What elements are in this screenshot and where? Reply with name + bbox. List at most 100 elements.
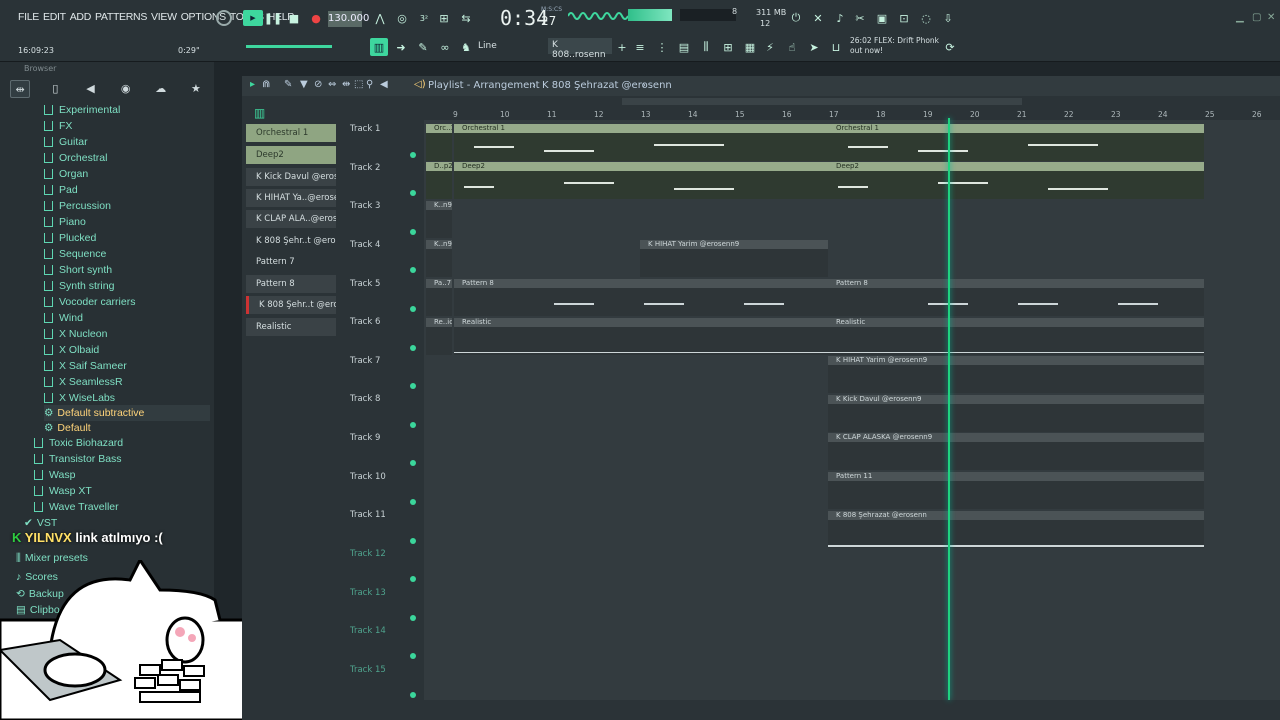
clip[interactable]: Pattern 8	[828, 279, 1204, 316]
pianoroll-icon[interactable]: ⋮	[654, 39, 670, 55]
track-mute-led[interactable]	[410, 653, 416, 659]
pattern-item[interactable]: K Kick Davul @erosenn9	[246, 168, 336, 186]
arrow-icon[interactable]: ➜	[393, 39, 409, 55]
pattern-item[interactable]: K HIHAT Ya..@erosenn9	[246, 189, 336, 207]
clip[interactable]: Realistic	[828, 318, 1204, 355]
clip[interactable]: K..n9	[426, 240, 452, 277]
pattern-item[interactable]: Orchestral 1	[246, 124, 336, 142]
browser-item[interactable]: Wave Traveller	[34, 499, 119, 515]
track-mute-led[interactable]	[410, 538, 416, 544]
track-mute-led[interactable]	[410, 460, 416, 466]
clip[interactable]: Re..ic	[426, 318, 452, 355]
playlist-icon[interactable]: ≡	[632, 39, 648, 55]
export-icon[interactable]: ⊡	[896, 10, 912, 26]
minimize-icon[interactable]: ▁	[1236, 12, 1244, 23]
track-label[interactable]: Track 13	[350, 588, 410, 598]
track-label[interactable]: Track 3	[350, 201, 410, 211]
browser-item[interactable]: FX	[44, 118, 72, 134]
track-mute-led[interactable]	[410, 422, 416, 428]
track-label[interactable]: Track 7	[350, 356, 410, 366]
mute-icon[interactable]: ⇔	[328, 79, 336, 90]
track-mute-led[interactable]	[410, 306, 416, 312]
cart-icon[interactable]: ⊔	[828, 39, 844, 55]
browser-item[interactable]: Orchestral	[44, 150, 107, 166]
menu-edit[interactable]: EDIT	[43, 11, 66, 23]
loop-record-icon[interactable]: ⇆	[458, 10, 474, 26]
browser-item[interactable]: Sequence	[44, 246, 106, 262]
maximize-icon[interactable]: ▢	[1252, 12, 1261, 23]
zoom-icon[interactable]: ⚲	[366, 79, 373, 90]
tab-files-icon[interactable]: ▯	[45, 80, 65, 98]
pause-icon[interactable]: ❚❚	[264, 10, 282, 26]
clip[interactable]: Pattern 11	[828, 472, 1204, 509]
menu-patterns[interactable]: PATTERNS	[95, 11, 147, 23]
cut-icon[interactable]: ✂	[852, 10, 868, 26]
arrangement-grid[interactable]: Orc..1 Orchestral 1 Orchestral 1 D..p2 D…	[424, 120, 1280, 700]
track-label[interactable]: Track 10	[350, 472, 410, 482]
browser-item[interactable]: Guitar	[44, 134, 88, 150]
track-mute-led[interactable]	[410, 267, 416, 273]
browser-item[interactable]: Short synth	[44, 262, 112, 278]
tab-cloud-icon[interactable]: ☁	[151, 80, 171, 98]
track-mute-led[interactable]	[410, 190, 416, 196]
track-mute-led[interactable]	[410, 615, 416, 621]
mixer-icon[interactable]: ⫼	[698, 39, 714, 55]
speaker-icon[interactable]: ◀	[380, 79, 388, 90]
paint-icon[interactable]: ▼	[300, 79, 308, 90]
browser-item[interactable]: X Nucleon	[44, 326, 107, 342]
magnet-icon[interactable]: ⋒	[262, 79, 270, 90]
clip[interactable]: K 808 Şehrazat @erosenn	[828, 511, 1204, 548]
news-line2[interactable]: out now!	[850, 46, 883, 55]
playlist-menu-icon[interactable]: ◁)	[414, 79, 426, 90]
browser-icon[interactable]: ▦	[742, 39, 758, 55]
link-icon[interactable]: ∞	[437, 39, 453, 55]
horizontal-scrollbar[interactable]	[622, 98, 1022, 105]
browser-item[interactable]: Toxic Biohazard	[34, 435, 123, 451]
tab-all-icon[interactable]: ⇹	[10, 80, 31, 98]
track-mute-led[interactable]	[410, 152, 416, 158]
playlist-view-icon[interactable]: ▥	[370, 38, 388, 56]
browser-item[interactable]: Organ	[44, 166, 88, 182]
track-label[interactable]: Track 8	[350, 394, 410, 404]
menu-add[interactable]: ADD	[70, 11, 92, 23]
clip[interactable]: K..n9	[426, 201, 452, 238]
clip[interactable]: Pa..7	[426, 279, 452, 316]
browser-item[interactable]: X Saif Sameer	[44, 358, 127, 374]
refresh-icon[interactable]: ⟳	[942, 39, 958, 55]
close-icon[interactable]: ✕	[1267, 12, 1275, 23]
browser-item[interactable]: Plucked	[44, 230, 96, 246]
stop-icon[interactable]: ■	[286, 10, 302, 26]
pattern-item[interactable]: Pattern 8	[246, 275, 336, 293]
metronome-icon[interactable]: ⋀	[372, 10, 388, 26]
plugin-picker-icon[interactable]: ⊞	[720, 39, 736, 55]
menu-view[interactable]: VIEW	[151, 11, 177, 23]
channel-rack-icon[interactable]: ▤	[676, 39, 692, 55]
save-icon[interactable]: ▣	[874, 10, 890, 26]
mic-icon[interactable]: ♪	[832, 10, 848, 26]
tab-project-icon[interactable]: ◉	[116, 80, 136, 98]
pitch-slider[interactable]	[246, 45, 332, 48]
pattern-item[interactable]: K CLAP ALA..@erosenn9	[246, 210, 336, 228]
clip[interactable]: K CLAP ALASKA @erosenn9	[828, 433, 1204, 470]
browser-item[interactable]: Transistor Bass	[34, 451, 122, 467]
browser-item[interactable]: X Olbaid	[44, 342, 99, 358]
clip[interactable]: D..p2	[426, 162, 452, 199]
wait-icon[interactable]: ◎	[394, 10, 410, 26]
track-label[interactable]: Track 6	[350, 317, 410, 327]
browser-item[interactable]: Synth string	[44, 278, 114, 294]
browser-folder-vst[interactable]: ✔ VST	[24, 515, 57, 531]
pattern-selector[interactable]: K 808..rosenn	[548, 38, 612, 60]
clip[interactable]: Orchestral 1	[828, 124, 1204, 161]
pattern-item[interactable]: K 808 Şehr..t @erosenn	[246, 296, 336, 314]
play-arrow-icon[interactable]: ▸	[250, 79, 255, 90]
blend-notes-icon[interactable]: ⊞	[436, 10, 452, 26]
select-icon[interactable]: ⬚	[354, 79, 363, 90]
countdown-icon[interactable]: 3²	[416, 10, 432, 26]
timeline-ruler[interactable]: 9 10 11 12 13 14 15 16 17 18 19 20 21 22…	[424, 110, 1280, 120]
tempo-display[interactable]: 130.000	[328, 11, 369, 27]
track-mute-led[interactable]	[410, 345, 416, 351]
browser-item[interactable]: Pad	[44, 182, 78, 198]
clip[interactable]: Deep2	[454, 162, 828, 199]
track-mute-led[interactable]	[410, 499, 416, 505]
clip[interactable]: Orchestral 1	[454, 124, 828, 161]
